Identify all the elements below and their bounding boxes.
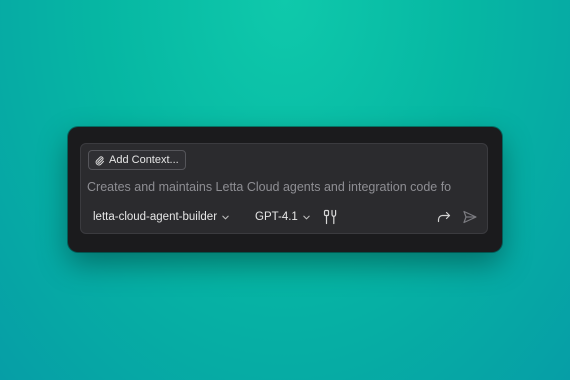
tools-icon[interactable] (322, 209, 338, 225)
send-icon[interactable] (462, 209, 478, 225)
composer-box: Add Context... Creates and maintains Let… (80, 143, 488, 234)
add-context-button[interactable]: Add Context... (88, 150, 186, 170)
paperclip-icon (94, 155, 105, 166)
prompt-input[interactable]: Creates and maintains Letta Cloud agents… (87, 180, 483, 198)
composer-panel: Add Context... Creates and maintains Let… (68, 127, 502, 252)
forward-arrow-icon[interactable] (436, 209, 452, 225)
agent-selector-label: letta-cloud-agent-builder (93, 211, 218, 223)
add-context-label: Add Context... (109, 154, 179, 166)
composer-toolbar: letta-cloud-agent-builder GPT-4.1 (81, 207, 487, 227)
chevron-down-icon (302, 213, 311, 222)
model-selector[interactable]: GPT-4.1 (255, 207, 311, 227)
model-selector-label: GPT-4.1 (255, 211, 298, 223)
agent-selector[interactable]: letta-cloud-agent-builder (93, 207, 230, 227)
chevron-down-icon (221, 213, 230, 222)
